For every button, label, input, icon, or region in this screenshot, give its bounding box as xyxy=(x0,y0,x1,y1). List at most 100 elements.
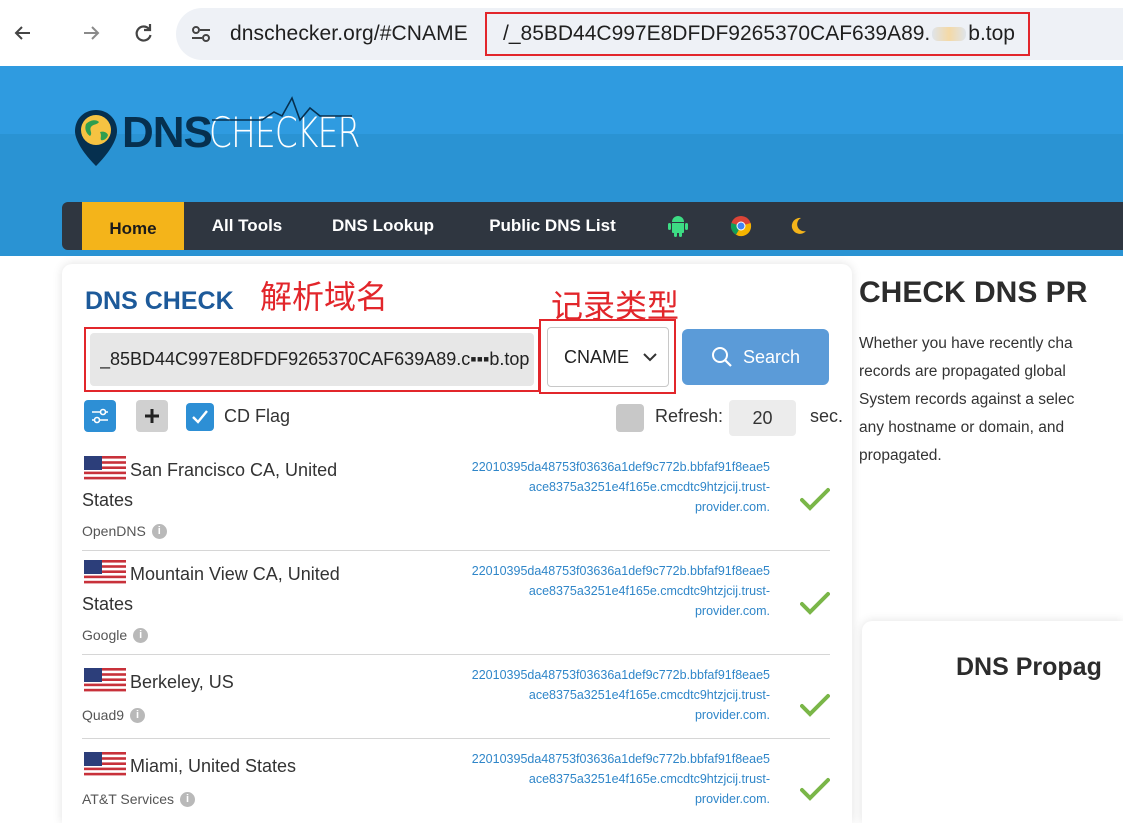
description-line: records are propagated global xyxy=(859,363,1066,380)
description-line: Whether you have recently cha xyxy=(859,335,1073,352)
result-row: Berkeley, US Quad9 i 22010395da48753f0363… xyxy=(82,655,830,739)
reload-button[interactable] xyxy=(128,18,158,48)
annotation-domain: 解析域名 xyxy=(260,278,389,316)
record-type-value: CNAME xyxy=(564,346,630,367)
provider-name: Google xyxy=(82,627,128,643)
record-type-select[interactable]: CNAME xyxy=(547,327,669,387)
result-row: San Francisco CA, United States OpenDNS i… xyxy=(82,447,830,551)
pulse-line-icon xyxy=(212,96,352,122)
url-highlight-box: /_85BD44C997E8DFDF9265370CAF639A89. b.top xyxy=(485,12,1030,56)
site-header: DNS CHECKER Home All Tools DNS Lookup Pu… xyxy=(0,66,1123,256)
nav-home[interactable]: Home xyxy=(82,202,184,250)
nav-dns-lookup[interactable]: DNS Lookup xyxy=(318,202,448,250)
description-line: System records against a selec xyxy=(859,391,1075,408)
provider-name: OpenDNS xyxy=(82,523,146,539)
url-highlight-start: /_85BD44C997E8DFDF9265370CAF639A89. xyxy=(503,22,931,45)
nav-all-tools[interactable]: All Tools xyxy=(202,202,292,250)
result-cname: 22010395da48753f03636a1def9c772b.bbfaf91… xyxy=(382,749,770,809)
search-button-label: Search xyxy=(742,346,801,367)
cname-line: provider.com. xyxy=(694,792,770,806)
search-icon xyxy=(711,347,732,367)
result-cname: 22010395da48753f03636a1def9c772b.bbfaf91… xyxy=(382,665,770,725)
result-provider: OpenDNS i xyxy=(82,523,167,539)
nav-public-dns-list[interactable]: Public DNS List xyxy=(475,202,630,250)
cname-line: ace8375a3251e4f165e.cmcdtc9htzjcij.trust… xyxy=(528,480,770,494)
result-location: Berkeley, US xyxy=(130,672,234,692)
results-list: San Francisco CA, United States OpenDNS i… xyxy=(82,447,830,823)
refresh-checkbox[interactable] xyxy=(616,404,644,432)
refresh-label: Refresh: xyxy=(655,406,724,426)
success-check-icon xyxy=(800,778,830,801)
dns-check-card: DNS CHECK 解析域名 记录类型 CNAME Search CD Flag… xyxy=(62,264,852,823)
info-icon[interactable]: i xyxy=(130,707,146,723)
info-icon[interactable]: i xyxy=(180,791,196,807)
back-button[interactable] xyxy=(8,18,38,48)
logo-text-dns: DNS xyxy=(122,108,213,157)
browser-toolbar: dnschecker.org/#CNAME /_85BD44C997E8DFDF… xyxy=(0,0,1123,66)
cname-line: 22010395da48753f03636a1def9c772b.bbfaf91… xyxy=(471,564,770,578)
cname-line: provider.com. xyxy=(694,500,770,514)
result-provider: Google i xyxy=(82,627,149,643)
arrow-right-icon xyxy=(84,26,100,40)
domain-input[interactable] xyxy=(90,333,534,386)
settings-button[interactable] xyxy=(84,400,116,432)
url-text: dnschecker.org/#CNAME xyxy=(230,22,468,45)
android-icon[interactable] xyxy=(666,214,690,238)
arrow-left-icon xyxy=(14,26,30,40)
cname-line: 22010395da48753f03636a1def9c772b.bbfaf91… xyxy=(471,460,770,474)
main-nav: Home All Tools DNS Lookup Public DNS Lis… xyxy=(62,202,1123,250)
forward-button[interactable] xyxy=(76,18,106,48)
cname-line: 22010395da48753f03636a1def9c772b.bbfaf91… xyxy=(471,752,770,766)
provider-name: AT&T Services xyxy=(82,791,175,807)
cname-line: ace8375a3251e4f165e.cmcdtc9htzjcij.trust… xyxy=(528,584,770,598)
plus-icon xyxy=(145,409,159,423)
moon-icon[interactable] xyxy=(786,214,810,238)
url-highlighted-text: /_85BD44C997E8DFDF9265370CAF639A89. b.top xyxy=(503,22,1015,46)
reload-icon xyxy=(135,24,152,42)
chevron-down-icon xyxy=(643,353,657,362)
site-info-button[interactable] xyxy=(186,20,216,48)
propagation-card-title: DNS Propag xyxy=(956,653,1102,681)
url-highlight-end: b.top xyxy=(968,22,1015,45)
result-row: Mountain View CA, United States Google i … xyxy=(82,551,830,655)
description-line: any hostname or domain, and xyxy=(859,419,1065,436)
search-button[interactable]: Search xyxy=(682,329,829,385)
result-cname: 22010395da48753f03636a1def9c772b.bbfaf91… xyxy=(382,561,770,621)
result-provider: Quad9 i xyxy=(82,707,146,723)
success-check-icon xyxy=(800,592,830,615)
success-check-icon xyxy=(800,488,830,511)
success-check-icon xyxy=(800,694,830,717)
options-row: CD Flag Refresh: sec. xyxy=(84,400,843,436)
result-cname: 22010395da48753f03636a1def9c772b.bbfaf91… xyxy=(382,457,770,517)
record-type-highlight-box: CNAME xyxy=(539,319,676,394)
domain-highlight-box xyxy=(84,327,540,392)
sliders-icon xyxy=(92,408,108,424)
cname-line: ace8375a3251e4f165e.cmcdtc9htzjcij.trust… xyxy=(528,772,770,786)
refresh-interval-input[interactable] xyxy=(729,400,796,436)
address-bar[interactable]: dnschecker.org/#CNAME /_85BD44C997E8DFDF… xyxy=(176,8,1123,60)
result-location: San Francisco CA, United States xyxy=(82,460,338,510)
section-title: DNS CHECK xyxy=(85,287,234,315)
description-line: propagated. xyxy=(859,447,942,464)
result-provider: AT&T Services i xyxy=(82,791,196,807)
checkmark-icon xyxy=(192,410,208,424)
cname-line: ace8375a3251e4f165e.cmcdtc9htzjcij.trust… xyxy=(528,688,770,702)
cd-flag-checkbox[interactable] xyxy=(186,403,214,431)
cname-line: 22010395da48753f03636a1def9c772b.bbfaf91… xyxy=(471,668,770,682)
cname-line: provider.com. xyxy=(694,708,770,722)
propagation-map-card: DNS Propag xyxy=(862,621,1123,823)
cname-line: provider.com. xyxy=(694,604,770,618)
chrome-icon[interactable] xyxy=(729,214,753,238)
propagation-description: Whether you have recently cha records ar… xyxy=(859,330,1123,470)
result-row: Miami, United States AT&T Services i 2201… xyxy=(82,739,830,823)
info-icon[interactable]: i xyxy=(133,627,149,643)
info-icon[interactable]: i xyxy=(151,523,167,539)
refresh-unit-label: sec. xyxy=(810,406,844,426)
tune-icon xyxy=(192,26,210,42)
globe-pin-icon xyxy=(75,110,117,166)
cd-flag-label: CD Flag xyxy=(224,406,291,426)
propagation-heading: CHECK DNS PR xyxy=(859,276,1088,309)
provider-name: Quad9 xyxy=(82,707,125,723)
add-server-button[interactable] xyxy=(136,400,168,432)
result-location: Miami, United States xyxy=(130,756,297,776)
